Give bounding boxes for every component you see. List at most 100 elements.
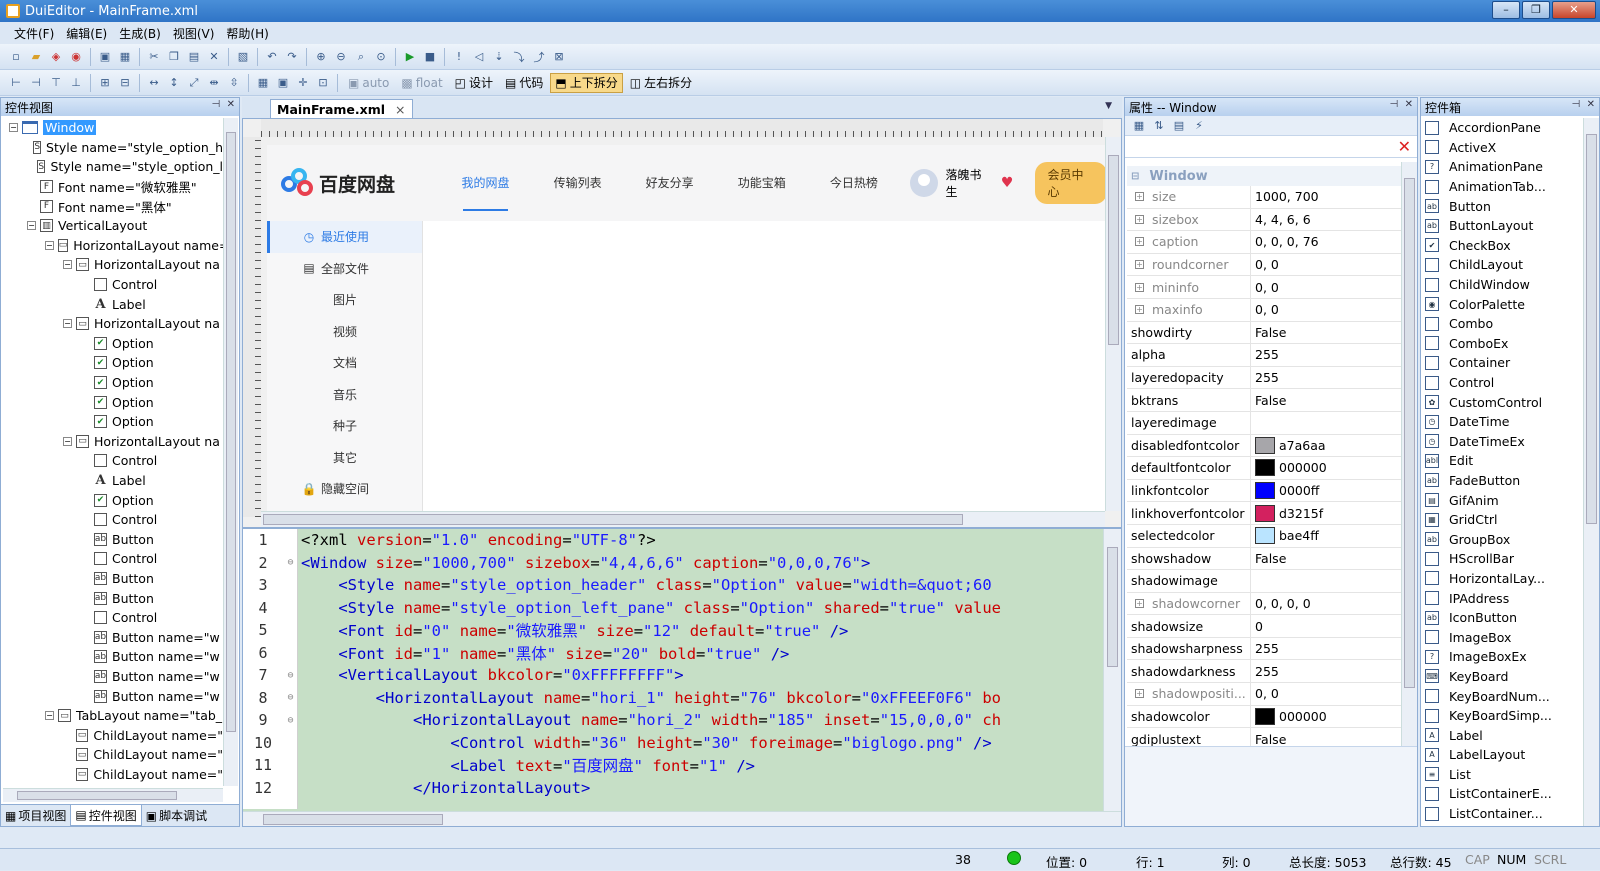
fold-marker-icon[interactable]: ⊖ xyxy=(283,557,298,568)
toolbox-item[interactable]: ◷ DateTimeEx xyxy=(1421,432,1581,452)
property-value[interactable]: 0000ff xyxy=(1251,482,1319,500)
delete-icon[interactable]: ✕ xyxy=(205,48,223,66)
tree-node[interactable]: ✔ Option xyxy=(3,334,223,354)
expand-icon[interactable]: + xyxy=(1135,260,1144,270)
code-line[interactable]: 5 <Font id="0" name="微软雅黑" size="12" def… xyxy=(243,619,1103,642)
panel-close-icon[interactable]: ✕ xyxy=(1587,99,1595,110)
property-filter-input[interactable]: ✕ xyxy=(1125,136,1417,158)
sidebar-item[interactable]: 🔒 隐藏空间 xyxy=(267,473,422,505)
tree-node[interactable]: A Label xyxy=(3,294,223,314)
property-row[interactable]: defaultfontcolor 000000 xyxy=(1127,457,1401,480)
tree-hscroll[interactable] xyxy=(3,788,223,802)
property-value[interactable]: 255 xyxy=(1251,347,1279,362)
property-row[interactable]: + caption 0, 0, 0, 76 xyxy=(1127,231,1401,254)
toolbox-item[interactable]: KeyBoardSimp... xyxy=(1421,706,1581,726)
expand-icon[interactable]: + xyxy=(1135,214,1144,224)
code-lines[interactable]: 1 <?xml version="1.0" encoding="UTF-8"?> 2… xyxy=(243,529,1103,799)
property-value[interactable]: 0, 0, 0, 0 xyxy=(1251,596,1311,611)
code-line[interactable]: 3 <Style name="style_option_header" clas… xyxy=(243,574,1103,597)
property-value[interactable]: d3215f xyxy=(1251,504,1323,522)
tree-node[interactable]: Control xyxy=(3,451,223,471)
maximize-button[interactable]: ❐ xyxy=(1522,1,1550,19)
same-height-icon[interactable]: ↕ xyxy=(165,74,183,92)
property-row[interactable]: layeredimage xyxy=(1127,411,1401,435)
space-h-icon[interactable]: ⇹ xyxy=(205,74,223,92)
code-vscroll[interactable] xyxy=(1103,529,1121,811)
expand-icon[interactable]: − xyxy=(63,436,72,446)
split-vertical-button[interactable]: ⬒ 上下拆分 xyxy=(550,72,623,93)
fold-marker-icon[interactable]: ⊖ xyxy=(283,670,298,681)
toolbox-item[interactable]: ? ImageBoxEx xyxy=(1421,647,1581,667)
code-hscroll[interactable] xyxy=(243,811,1121,826)
property-row[interactable]: showshadow False xyxy=(1127,547,1401,571)
open-folder-icon[interactable]: ▰ xyxy=(27,48,45,66)
property-pages-icon[interactable]: ▤ xyxy=(1170,117,1188,135)
sidebar-item[interactable]: ◷ 最近使用 xyxy=(267,221,422,253)
panel-close-icon[interactable]: ✕ xyxy=(227,99,235,110)
property-value[interactable]: 0 xyxy=(1251,619,1263,634)
sidebar-item[interactable]: 种子 xyxy=(267,410,422,442)
toolbox-item[interactable]: Control xyxy=(1421,373,1581,393)
property-value[interactable]: False xyxy=(1251,325,1286,340)
property-row[interactable]: + mininfo 0, 0 xyxy=(1127,276,1401,299)
step-over-icon[interactable]: ⤵ xyxy=(510,48,528,66)
toolbox-item[interactable]: abl Edit xyxy=(1421,451,1581,471)
tree-node[interactable]: − ▭ HorizontalLayout na xyxy=(3,432,223,452)
grid-icon[interactable]: ▦ xyxy=(254,74,272,92)
tree-node[interactable]: ab Button name="w xyxy=(3,627,223,647)
toolbox-item[interactable]: HorizontalLay... xyxy=(1421,569,1581,589)
tree-node[interactable]: − ▭ HorizontalLayout na xyxy=(3,255,223,275)
property-row[interactable]: + maxinfo 0, 0 xyxy=(1127,298,1401,322)
tab-dropdown-icon[interactable]: ▼ xyxy=(1105,101,1112,111)
toolbox-item[interactable]: ✿ CustomControl xyxy=(1421,392,1581,412)
property-row[interactable]: + sizebox 4, 4, 6, 6 xyxy=(1127,208,1401,232)
nav-transfer[interactable]: 传输列表 xyxy=(532,145,624,221)
expand-icon[interactable]: − xyxy=(63,319,72,329)
avatar[interactable] xyxy=(909,169,938,197)
collapse-icon[interactable]: ⊟ xyxy=(1131,171,1139,182)
tree-node[interactable]: Control xyxy=(3,510,223,530)
code-view-button[interactable]: ▤ 代码 xyxy=(500,73,548,93)
tree-node[interactable]: ✔ Option xyxy=(3,373,223,393)
sidebar-item[interactable]: ▤ 全部文件 xyxy=(267,253,422,285)
tree-node[interactable]: S Style name="style_option_h xyxy=(3,138,223,158)
format-icon[interactable]: ▧ xyxy=(234,48,252,66)
nav-share[interactable]: 好友分享 xyxy=(624,145,716,221)
property-value[interactable]: 255 xyxy=(1251,664,1279,679)
tree-node[interactable]: ▭ ChildLayout name=" xyxy=(3,745,223,765)
nav-my-disk[interactable]: 我的网盘 xyxy=(439,145,531,221)
align-right-icon[interactable]: ⊣ xyxy=(27,74,45,92)
clear-filter-icon[interactable]: ✕ xyxy=(1398,137,1411,156)
property-row[interactable]: shadowimage xyxy=(1127,570,1401,593)
expand-icon[interactable]: − xyxy=(45,240,54,250)
toolbox-item[interactable]: ▦ GridCtrl xyxy=(1421,510,1581,530)
code-line[interactable]: 12 </HorizontalLayout> xyxy=(243,777,1103,800)
ruler-icon[interactable]: ⊡ xyxy=(314,74,332,92)
align-bottom-icon[interactable]: ⊥ xyxy=(67,74,85,92)
tree-node[interactable]: Control xyxy=(3,549,223,569)
split-horizontal-button[interactable]: ◫ 左右拆分 xyxy=(625,73,697,93)
design-canvas[interactable]: 百度网盘 我的网盘 传输列表 好友分享 功能宝箱 今日热榜 落魄书生 ♥ 会员中… xyxy=(267,145,1107,511)
toolbox-item[interactable]: ListContainerE... xyxy=(1421,784,1581,804)
property-value[interactable]: 0, 0 xyxy=(1251,280,1279,295)
document-tab[interactable]: MainFrame.xml × xyxy=(270,99,413,119)
property-value[interactable]: 0, 0 xyxy=(1251,302,1279,317)
property-value[interactable]: 1000, 700 xyxy=(1251,189,1319,204)
undo-icon[interactable]: ↶ xyxy=(263,48,281,66)
tab-script-debug[interactable]: ▣ 脚本调试 xyxy=(142,805,211,826)
tree-node[interactable]: ✔ Option xyxy=(3,412,223,432)
tree-node[interactable]: Control xyxy=(3,608,223,628)
nav-hot[interactable]: 今日热榜 xyxy=(808,145,900,221)
toolbox-item[interactable]: Container xyxy=(1421,353,1581,373)
save-icon[interactable]: ▣ xyxy=(96,48,114,66)
minimize-button[interactable]: – xyxy=(1492,1,1520,19)
toolbox-item[interactable]: AnimationTab... xyxy=(1421,177,1581,197)
float-button[interactable]: ▩ float xyxy=(396,73,447,93)
menu-edit[interactable]: 编辑(E) xyxy=(66,25,107,42)
toolbox-item[interactable]: ≡ List xyxy=(1421,765,1581,785)
design-vscroll[interactable] xyxy=(1105,137,1121,511)
code-line[interactable]: 10 <Control width="36" height="30" forei… xyxy=(243,732,1103,755)
expand-icon[interactable]: − xyxy=(9,123,18,133)
panel-close-icon[interactable]: ✕ xyxy=(1405,99,1413,110)
cut-icon[interactable]: ✂ xyxy=(145,48,163,66)
